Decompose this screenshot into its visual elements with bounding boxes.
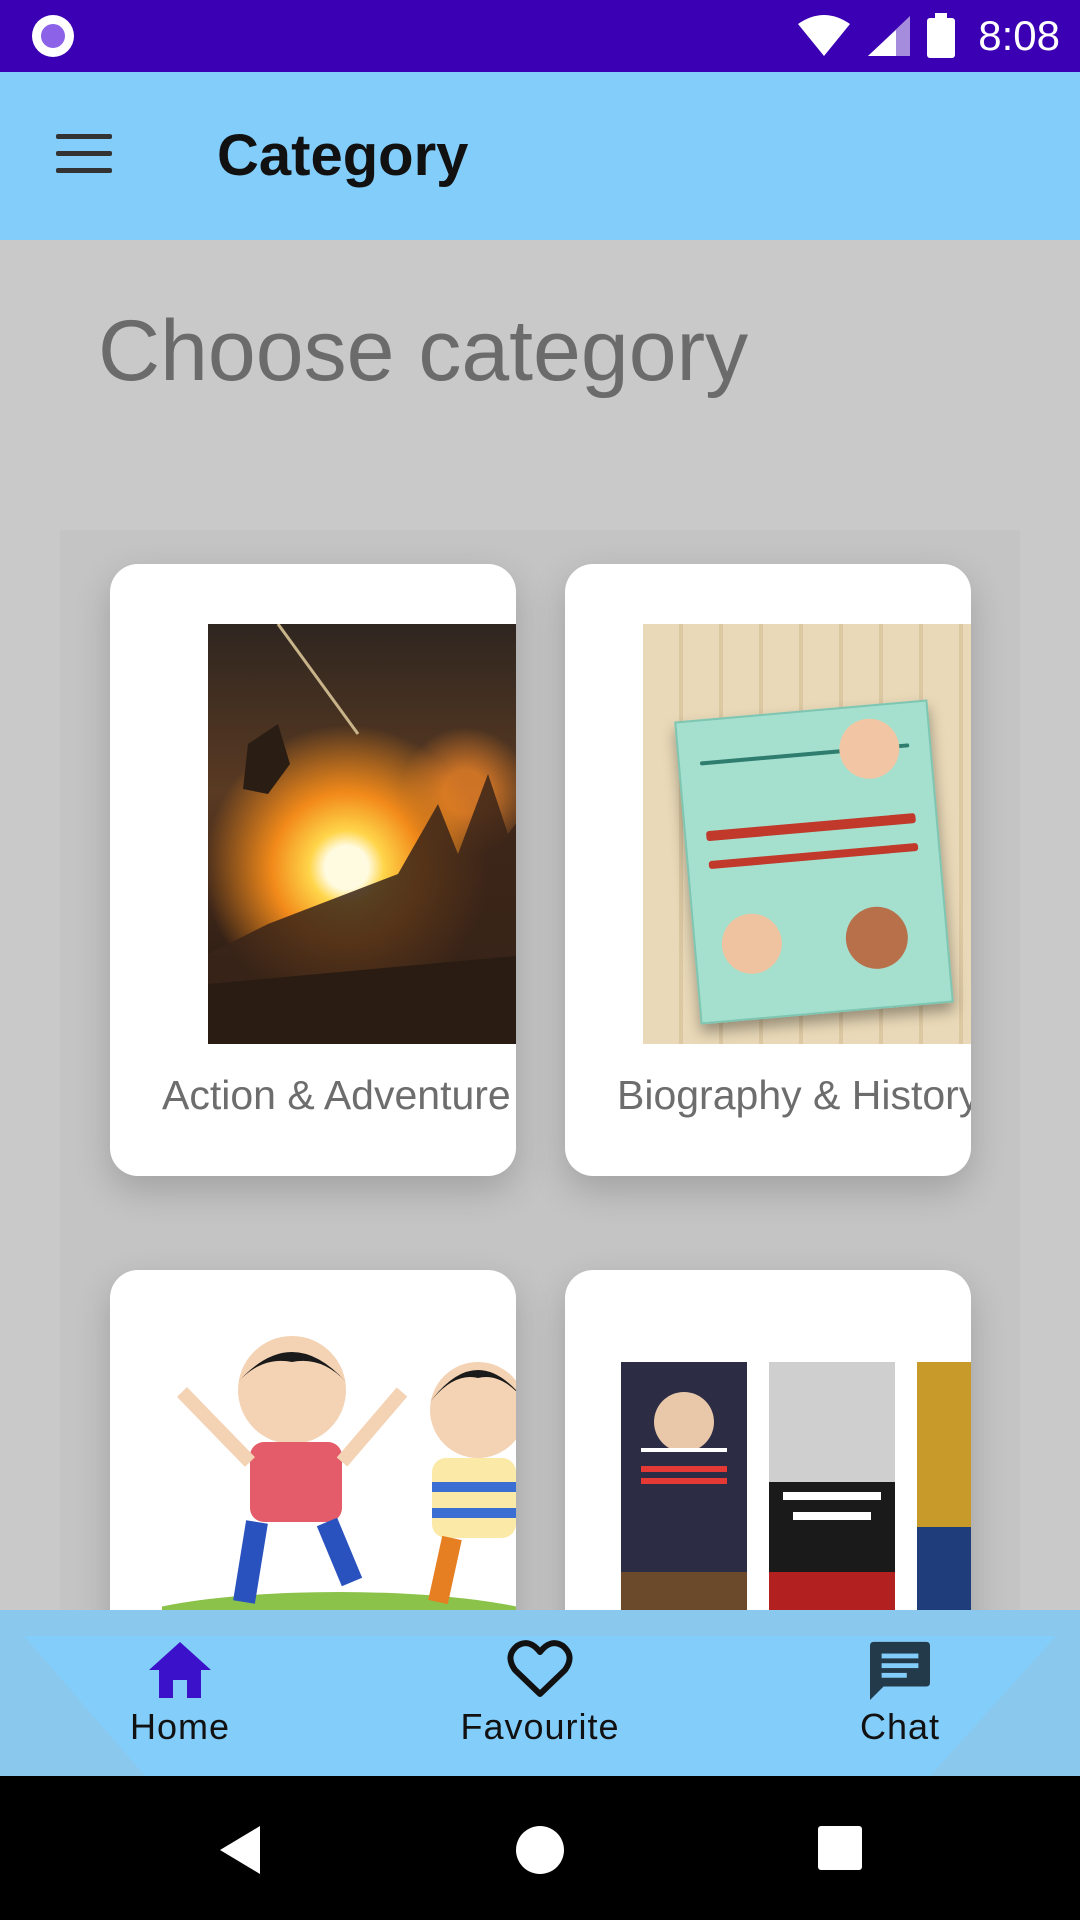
film-poster: [621, 1362, 747, 1610]
content[interactable]: Choose category Action & Adventure Biogr…: [0, 240, 1080, 1610]
nav-item-favourite[interactable]: Favourite: [420, 1640, 660, 1748]
home-circle-icon[interactable]: [514, 1824, 566, 1876]
app-bar: Category: [0, 72, 1080, 240]
film-poster: [769, 1362, 895, 1610]
recents-icon[interactable]: [816, 1824, 864, 1872]
section-heading: Choose category: [98, 303, 749, 399]
biography-history-image: [643, 624, 971, 1044]
notification-icon: [32, 15, 74, 57]
status-time: 8:08: [978, 12, 1060, 59]
film-poster: [917, 1362, 971, 1610]
status-icons: 8:08: [796, 10, 1060, 62]
nav-label: Favourite: [460, 1706, 620, 1747]
bottom-navigation: Home Favourite Chat: [0, 1610, 1080, 1776]
chat-icon: [870, 1641, 930, 1700]
category-card-documentary[interactable]: [565, 1270, 971, 1610]
documentary-films-image: [621, 1362, 971, 1610]
battery-icon: [927, 13, 956, 58]
menu-icon[interactable]: [56, 134, 112, 178]
status-bar: 8:08: [0, 0, 1080, 72]
nav-item-home[interactable]: Home: [60, 1640, 300, 1748]
kids-image: [162, 1332, 516, 1610]
category-card-biography-history[interactable]: Biography & History: [565, 564, 971, 1176]
action-adventure-image: [208, 624, 516, 1044]
system-navigation-bar: [0, 1776, 1080, 1920]
home-icon: [149, 1642, 211, 1698]
category-label: Action & Adventure: [162, 1072, 511, 1118]
book-cover: [674, 699, 954, 1025]
signal-icon: [868, 16, 911, 56]
back-icon[interactable]: [216, 1824, 264, 1876]
wifi-icon: [798, 15, 851, 56]
category-label: Biography & History: [617, 1072, 971, 1118]
page-title: Category: [217, 123, 469, 188]
nav-item-chat[interactable]: Chat: [780, 1640, 1020, 1748]
heart-icon: [507, 1640, 573, 1697]
nav-label: Chat: [859, 1706, 941, 1747]
category-card-kids[interactable]: [110, 1270, 516, 1610]
category-card-action-adventure[interactable]: Action & Adventure: [110, 564, 516, 1176]
nav-label: Home: [129, 1706, 231, 1747]
